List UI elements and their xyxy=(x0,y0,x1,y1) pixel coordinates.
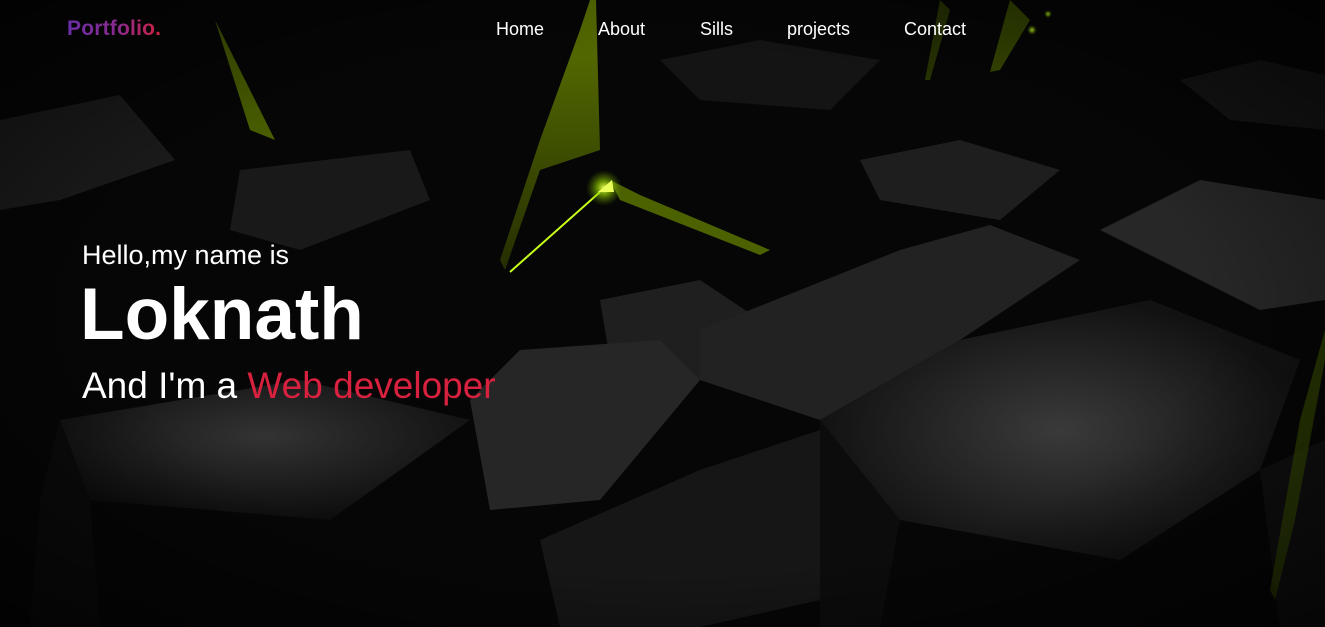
nav-link-contact[interactable]: Contact xyxy=(904,19,966,40)
nav-links: Home About Sills projects Contact xyxy=(0,19,1325,43)
navbar: Portfolio. Home About Sills projects Con… xyxy=(0,0,1325,60)
hero-name: Loknath xyxy=(80,274,364,355)
nav-link-projects[interactable]: projects xyxy=(787,19,850,40)
page: Portfolio. Home About Sills projects Con… xyxy=(0,0,1325,627)
nav-link-home[interactable]: Home xyxy=(496,19,544,40)
nav-link-about[interactable]: About xyxy=(598,19,645,40)
hero-role: Web developer xyxy=(247,365,496,406)
hero-tagline-prefix: And I'm a xyxy=(82,365,248,406)
nav-link-skills[interactable]: Sills xyxy=(700,19,733,40)
hero-tagline: And I'm a Web developer xyxy=(82,365,496,407)
hero-greeting: Hello,my name is xyxy=(82,240,290,270)
